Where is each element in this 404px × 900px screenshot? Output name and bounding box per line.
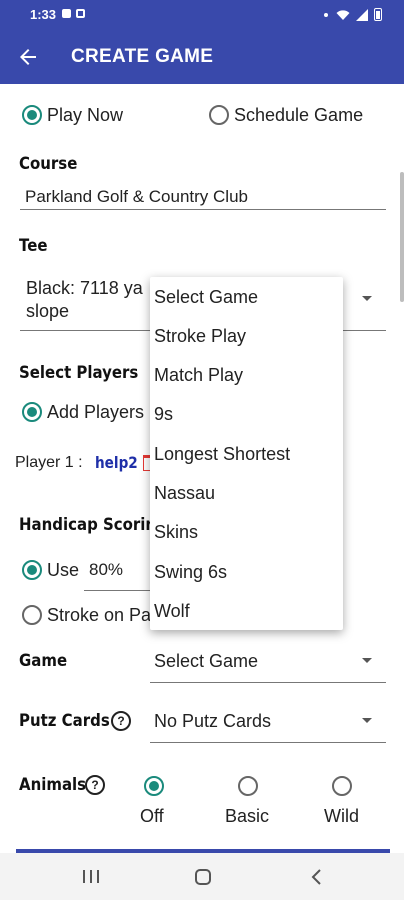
dot-icon [324,12,328,17]
schedule-game-label[interactable]: Schedule Game [234,105,363,126]
nav-back-icon[interactable] [310,868,324,886]
dropdown-item-swing-6s[interactable]: Swing 6s [154,562,227,583]
animals-wild-label[interactable]: Wild [324,806,359,827]
add-players-label[interactable]: Add Players [47,402,144,423]
player1-name[interactable]: help2 [95,453,138,472]
dropdown-item-9s[interactable]: 9s [154,404,173,425]
home-icon[interactable] [195,869,211,885]
animals-help-icon[interactable]: ? [85,775,105,795]
scrollbar[interactable] [400,172,404,302]
handicap-scoring-label: Handicap Scoring [19,515,167,535]
stroke-on-label[interactable]: Stroke on Pa [47,605,151,626]
handicap-percent-underline [84,590,150,591]
course-label: Course [19,154,78,174]
animals-label: Animals [19,775,87,795]
page-title: CREATE GAME [71,46,214,67]
battery-icon [374,8,382,21]
select-players-label: Select Players [19,363,139,383]
notification-icon [62,9,71,18]
dropdown-item-skins[interactable]: Skins [154,522,198,543]
course-underline [20,209,386,210]
game-label: Game [19,651,68,671]
game-dropdown-menu: Select Game Stroke Play Match Play 9s Lo… [150,277,343,630]
handicap-use-radio[interactable] [22,560,42,580]
handicap-use-label[interactable]: Use [47,560,79,581]
play-now-radio[interactable] [22,105,42,125]
dropdown-item-nassau[interactable]: Nassau [154,483,215,504]
dropdown-item-wolf[interactable]: Wolf [154,601,190,622]
tee-label: Tee [19,236,48,256]
stroke-on-radio[interactable] [22,605,42,625]
animals-basic-radio[interactable] [238,776,258,796]
game-underline [150,682,386,683]
putz-underline [150,742,386,743]
gallery-icon [76,9,85,18]
animals-wild-radio[interactable] [332,776,352,796]
system-nav-bar [0,853,404,900]
animals-off-label[interactable]: Off [140,806,164,827]
tee-value-line1[interactable]: Black: 7118 ya [26,278,143,299]
tee-dropdown-caret-icon[interactable] [362,296,372,301]
player1-prefix: Player 1 : [15,454,83,471]
game-select-value[interactable]: Select Game [154,651,258,672]
dropdown-item-select-game[interactable]: Select Game [154,287,258,308]
back-arrow-icon[interactable] [16,45,40,69]
tee-value-line2[interactable]: slope [26,301,69,322]
play-now-label[interactable]: Play Now [47,105,123,126]
game-dropdown-caret-icon[interactable] [362,658,372,663]
course-field[interactable]: Parkland Golf & Country Club [25,187,248,207]
system-icons [324,8,382,21]
putz-help-icon[interactable]: ? [111,711,131,731]
recent-apps-icon[interactable] [83,870,99,883]
animals-basic-label[interactable]: Basic [225,806,269,827]
animals-off-radio[interactable] [144,776,164,796]
dropdown-item-match-play[interactable]: Match Play [154,365,243,386]
app-bar: CREATE GAME [0,30,404,84]
status-bar: 1:33 [0,0,404,30]
schedule-game-radio[interactable] [209,105,229,125]
wifi-icon [336,9,350,20]
dropdown-item-stroke-play[interactable]: Stroke Play [154,326,246,347]
status-time: 1:33 [30,7,57,22]
putz-select-value[interactable]: No Putz Cards [154,711,271,732]
notification-icons [62,9,85,18]
add-players-radio[interactable] [22,402,42,422]
putz-cards-label: Putz Cards [19,711,110,731]
dropdown-item-longest-shortest[interactable]: Longest Shortest [154,444,290,465]
putz-dropdown-caret-icon[interactable] [362,718,372,723]
handicap-percent-input[interactable]: 80% [89,560,123,580]
signal-icon [356,8,368,21]
